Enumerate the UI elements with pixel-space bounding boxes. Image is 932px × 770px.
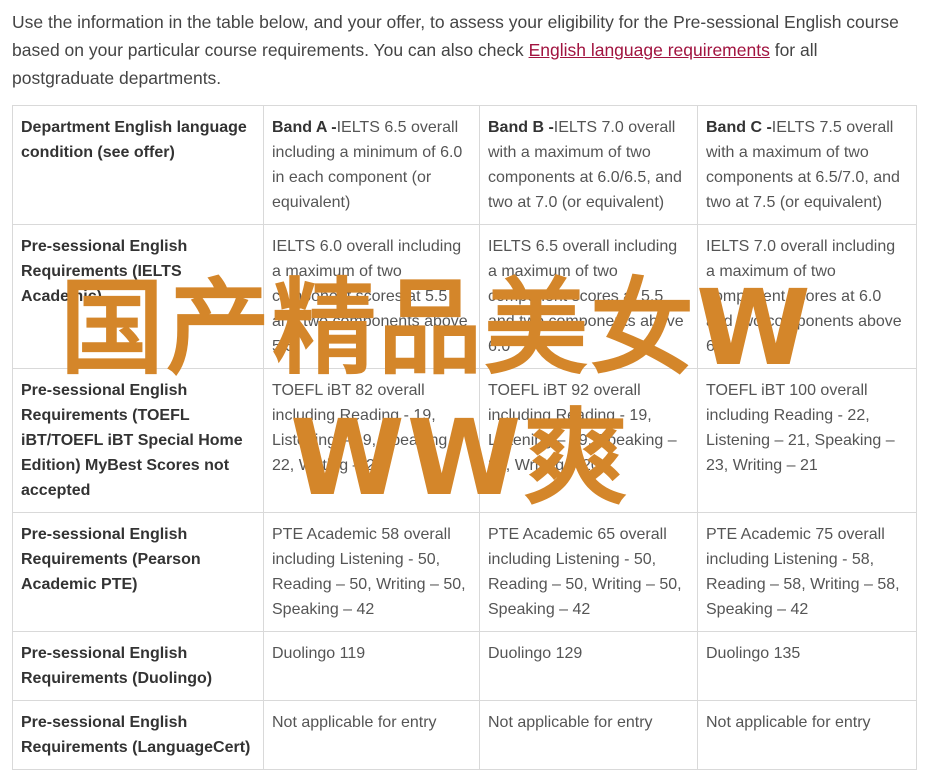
english-language-requirements-link[interactable]: English language requirements	[529, 40, 770, 60]
table-cell: PTE Academic 58 overall including Listen…	[263, 512, 480, 632]
table-cell: Not applicable for entry	[479, 700, 698, 770]
table-cell: TOEFL iBT 92 overall including Reading -…	[479, 368, 698, 513]
band-b-name: Band B -	[488, 119, 554, 136]
table-cell: Duolingo 129	[479, 631, 698, 701]
table-cell: Not applicable for entry	[697, 700, 917, 770]
row-label-languagecert: Pre-sessional English Requirements (Lang…	[12, 700, 264, 770]
table-cell: TOEFL iBT 100 overall including Reading …	[697, 368, 917, 513]
table-header-row: Department English language condition (s…	[12, 105, 917, 225]
band-a-name: Band A -	[272, 119, 337, 136]
table-row: Pre-sessional English Requirements (Duol…	[12, 631, 917, 701]
table-cell: TOEFL iBT 82 overall including Reading -…	[263, 368, 480, 513]
table-row: Pre-sessional English Requirements (TOEF…	[12, 368, 917, 513]
table-cell: PTE Academic 65 overall including Listen…	[479, 512, 698, 632]
band-a-cell: Band A -IELTS 6.5 overall including a mi…	[263, 105, 480, 225]
table-cell: IELTS 6.0 overall including a maximum of…	[263, 224, 480, 369]
row-label-toefl: Pre-sessional English Requirements (TOEF…	[12, 368, 264, 513]
row-label-ielts: Pre-sessional English Requirements (IELT…	[12, 224, 264, 369]
row-label-duolingo: Pre-sessional English Requirements (Duol…	[12, 631, 264, 701]
table-row: Pre-sessional English Requirements (Lang…	[12, 700, 917, 770]
band-c-cell: Band C -IELTS 7.5 overall with a maximum…	[697, 105, 917, 225]
table-row: Pre-sessional English Requirements (Pear…	[12, 512, 917, 632]
requirements-table: Department English language condition (s…	[12, 105, 917, 770]
table-cell: IELTS 7.0 overall including a maximum of…	[697, 224, 917, 369]
band-b-cell: Band B -IELTS 7.0 overall with a maximum…	[479, 105, 698, 225]
header-label-cell: Department English language condition (s…	[12, 105, 264, 225]
table-cell: Duolingo 135	[697, 631, 917, 701]
table-cell: IELTS 6.5 overall including a maximum of…	[479, 224, 698, 369]
table-cell: Not applicable for entry	[263, 700, 480, 770]
intro-paragraph: Use the information in the table below, …	[12, 8, 922, 92]
row-label-pte: Pre-sessional English Requirements (Pear…	[12, 512, 264, 632]
table-cell: Duolingo 119	[263, 631, 480, 701]
table-cell: PTE Academic 75 overall including Listen…	[697, 512, 917, 632]
band-c-name: Band C -	[706, 119, 772, 136]
table-row: Pre-sessional English Requirements (IELT…	[12, 224, 917, 369]
